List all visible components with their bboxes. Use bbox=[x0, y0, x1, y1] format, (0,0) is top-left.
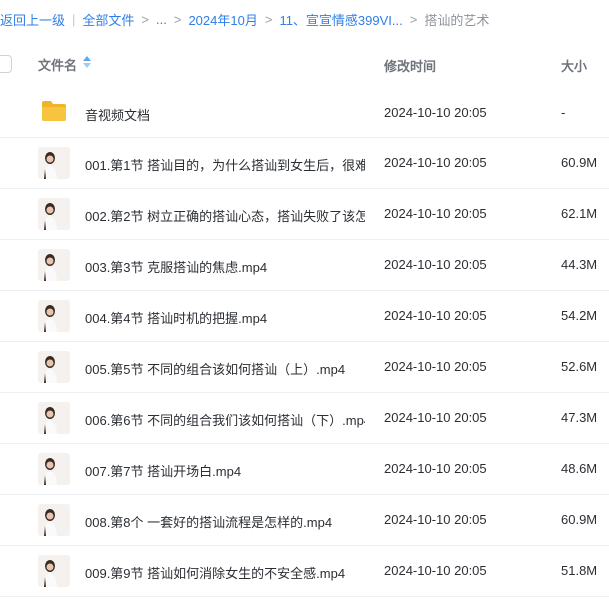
file-name[interactable]: 008.第8个 一套好的搭讪流程是怎样的.mp4 bbox=[85, 512, 332, 531]
folder-icon bbox=[42, 101, 66, 121]
video-thumbnail-icon bbox=[38, 249, 70, 281]
file-size: - bbox=[561, 105, 566, 120]
file-row[interactable]: 007.第7节 搭讪开场白.mp4 2024-10-10 20:05 48.6M bbox=[0, 444, 609, 495]
file-row[interactable]: 004.第4节 搭讪时机的把握.mp4 2024-10-10 20:05 54.… bbox=[0, 291, 609, 342]
file-modified-time: 2024-10-10 20:05 bbox=[384, 155, 487, 170]
file-size: 54.2M bbox=[561, 308, 598, 323]
file-size: 44.3M bbox=[561, 257, 598, 272]
column-header-modified[interactable]: 修改时间 bbox=[384, 56, 436, 75]
video-thumbnail-icon bbox=[38, 555, 70, 587]
breadcrumb-folder-11[interactable]: 11、宣宣情感399VI... bbox=[279, 10, 402, 29]
breadcrumb-divider: | bbox=[72, 11, 76, 27]
file-size: 48.6M bbox=[561, 461, 598, 476]
video-thumbnail-icon bbox=[38, 351, 70, 383]
file-row[interactable]: 006.第6节 不同的组合我们该如何搭讪（下）.mp4 2024-10-10 2… bbox=[0, 393, 609, 444]
file-name[interactable]: 009.第9节 搭讪如何消除女生的不安全感.mp4 bbox=[85, 563, 345, 582]
video-thumbnail-icon bbox=[38, 453, 70, 485]
breadcrumb-folder-2024-10[interactable]: 2024年10月 bbox=[188, 10, 257, 29]
breadcrumb: 返回上一级 | 全部文件 > ... > 2024年10月 > 11、宣宣情感3… bbox=[0, 0, 609, 38]
file-name[interactable]: 006.第6节 不同的组合我们该如何搭讪（下）.mp4 bbox=[85, 410, 365, 429]
select-all-checkbox[interactable] bbox=[0, 55, 12, 73]
sort-icon[interactable] bbox=[82, 55, 92, 69]
file-modified-time: 2024-10-10 20:05 bbox=[384, 563, 487, 578]
file-modified-time: 2024-10-10 20:05 bbox=[384, 461, 487, 476]
file-modified-time: 2024-10-10 20:05 bbox=[384, 257, 487, 272]
file-name[interactable]: 003.第3节 克服搭讪的焦虑.mp4 bbox=[85, 257, 267, 276]
video-thumbnail-icon bbox=[38, 147, 70, 179]
file-name[interactable]: 001.第1节 搭讪目的，为什么搭讪到女生后，很难... bbox=[85, 155, 365, 174]
file-modified-time: 2024-10-10 20:05 bbox=[384, 308, 487, 323]
breadcrumb-current: 搭讪的艺术 bbox=[424, 12, 490, 28]
video-thumbnail-icon bbox=[38, 300, 70, 332]
file-size: 62.1M bbox=[561, 206, 598, 221]
file-modified-time: 2024-10-10 20:05 bbox=[384, 512, 487, 527]
breadcrumb-arrow-3: > bbox=[264, 11, 273, 27]
column-header-size[interactable]: 大小 bbox=[561, 56, 587, 75]
file-list-header: 文件名 修改时间 大小 bbox=[0, 38, 609, 88]
file-name[interactable]: 002.第2节 树立正确的搭讪心态，搭讪失败了该怎... bbox=[85, 206, 365, 225]
file-row[interactable]: 002.第2节 树立正确的搭讪心态，搭讪失败了该怎... 2024-10-10 … bbox=[0, 189, 609, 240]
file-modified-time: 2024-10-10 20:05 bbox=[384, 105, 487, 120]
file-modified-time: 2024-10-10 20:05 bbox=[384, 359, 487, 374]
file-row[interactable]: 005.第5节 不同的组合该如何搭讪（上）.mp4 2024-10-10 20:… bbox=[0, 342, 609, 393]
file-size: 47.3M bbox=[561, 410, 598, 425]
file-list: 音视频文档 2024-10-10 20:05 - 001.第1节 搭讪目的，为什… bbox=[0, 88, 609, 597]
back-link[interactable]: 返回上一级 bbox=[0, 10, 65, 29]
video-thumbnail-icon bbox=[38, 402, 70, 434]
file-name[interactable]: 007.第7节 搭讪开场白.mp4 bbox=[85, 461, 241, 480]
file-size: 51.8M bbox=[561, 563, 598, 578]
file-row[interactable]: 003.第3节 克服搭讪的焦虑.mp4 2024-10-10 20:05 44.… bbox=[0, 240, 609, 291]
breadcrumb-arrow-4: > bbox=[409, 11, 418, 27]
breadcrumb-arrow-2: > bbox=[173, 11, 182, 27]
video-thumbnail-icon bbox=[38, 504, 70, 536]
file-modified-time: 2024-10-10 20:05 bbox=[384, 410, 487, 425]
column-header-name[interactable]: 文件名 bbox=[38, 55, 77, 74]
file-size: 60.9M bbox=[561, 512, 598, 527]
file-row[interactable]: 001.第1节 搭讪目的，为什么搭讪到女生后，很难... 2024-10-10 … bbox=[0, 138, 609, 189]
breadcrumb-all-files[interactable]: 全部文件 bbox=[82, 10, 134, 29]
file-name[interactable]: 005.第5节 不同的组合该如何搭讪（上）.mp4 bbox=[85, 359, 345, 378]
file-name[interactable]: 004.第4节 搭讪时机的把握.mp4 bbox=[85, 308, 267, 327]
file-size: 52.6M bbox=[561, 359, 598, 374]
file-row-folder[interactable]: 音视频文档 2024-10-10 20:05 - bbox=[0, 88, 609, 138]
file-row[interactable]: 008.第8个 一套好的搭讪流程是怎样的.mp4 2024-10-10 20:0… bbox=[0, 495, 609, 546]
file-row[interactable]: 009.第9节 搭讪如何消除女生的不安全感.mp4 2024-10-10 20:… bbox=[0, 546, 609, 597]
breadcrumb-arrow-1: > bbox=[141, 11, 150, 27]
file-modified-time: 2024-10-10 20:05 bbox=[384, 206, 487, 221]
file-size: 60.9M bbox=[561, 155, 598, 170]
file-name[interactable]: 音视频文档 bbox=[85, 105, 150, 124]
video-thumbnail-icon bbox=[38, 198, 70, 230]
breadcrumb-ellipsis[interactable]: ... bbox=[156, 12, 167, 27]
